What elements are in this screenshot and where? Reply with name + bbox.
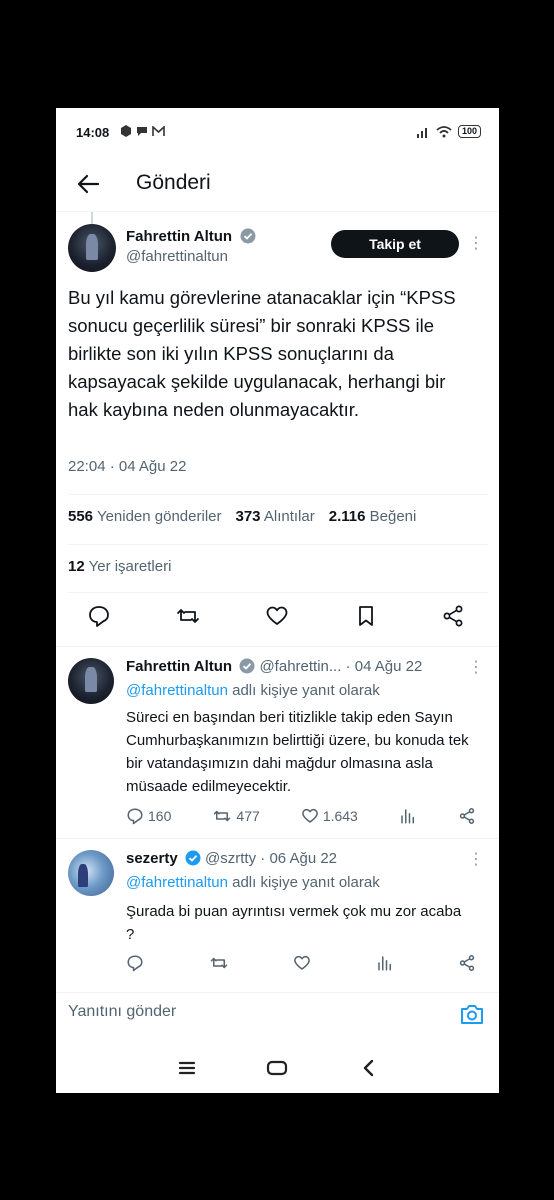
share-icon[interactable] [441, 604, 465, 628]
page-title: Gönderi [136, 171, 211, 194]
retweets-stat[interactable]: 556 Yeniden gönderiler [68, 508, 222, 525]
wifi-icon [436, 125, 452, 137]
like-count[interactable]: 1.643 [301, 807, 358, 825]
tweet-text: Bu yıl kamu görevlerine atanacaklar için… [68, 287, 456, 420]
views-icon[interactable] [376, 954, 394, 972]
follow-button[interactable]: Takip et [331, 230, 459, 258]
author-block[interactable]: Fahrettin Altun @fahrettinaltun [126, 228, 256, 265]
status-time: 14:08 [76, 125, 110, 140]
reply-author-name[interactable]: sezerty [126, 850, 178, 867]
reply-header: sezerty @szrtty · 06 Ağu 22 [126, 850, 337, 867]
system-icons: 100 [416, 125, 481, 138]
tweet-timestamp[interactable]: 22:04 · 04 Ağu 22 [68, 458, 186, 475]
retweet-count[interactable]: 477 [212, 807, 260, 825]
like-icon[interactable] [293, 954, 311, 972]
divider [68, 544, 488, 545]
views-icon[interactable] [399, 807, 417, 825]
author-avatar[interactable] [68, 224, 116, 272]
divider [68, 494, 488, 495]
reply-icon [127, 808, 143, 825]
system-navigation-bar [56, 1043, 499, 1093]
reply-author-handle[interactable]: @fahrettin... [259, 658, 341, 675]
engagement-stats: 556 Yeniden gönderiler 373 Alıntılar 2.1… [68, 508, 416, 525]
quotes-stat[interactable]: 373 Alıntılar [236, 508, 315, 525]
back-arrow-icon[interactable] [74, 170, 102, 198]
author-handle[interactable]: @fahrettinaltun [126, 248, 256, 265]
app-notification-icon [121, 125, 131, 137]
verified-badge-icon [185, 850, 201, 866]
share-icon[interactable] [458, 807, 476, 825]
divider [68, 592, 488, 593]
bookmarks-stat[interactable]: 12 Yer işaretleri [68, 558, 171, 575]
divider [56, 838, 499, 839]
reply-header: Fahrettin Altun @fahrettin... · 04 Ağu 2… [126, 658, 422, 675]
reply-icon[interactable] [126, 954, 144, 972]
reply-date: · 06 Ağu 22 [260, 850, 338, 867]
like-icon[interactable] [265, 604, 289, 628]
likes-stat[interactable]: 2.116 Beğeni [329, 508, 417, 525]
reply-action-bar: 160 477 1.643 [126, 806, 476, 826]
reply-input[interactable]: Yanıtını gönder [68, 1003, 176, 1021]
reply-author-handle[interactable]: @szrtty [205, 850, 256, 867]
reply-count[interactable]: 160 [126, 807, 171, 825]
reply-avatar[interactable] [68, 850, 114, 896]
more-options-icon[interactable]: ⋮ [468, 660, 484, 676]
reply-icon[interactable] [87, 604, 111, 628]
retweet-icon [214, 810, 231, 822]
share-icon[interactable] [458, 954, 476, 972]
top-app-bar: Gönderi [56, 158, 499, 212]
reply-action-bar [126, 953, 476, 973]
notification-icons [120, 125, 165, 137]
status-bar: 14:08 100 [56, 108, 499, 158]
more-options-icon[interactable]: ⋮ [468, 852, 484, 868]
reply-author-name[interactable]: Fahrettin Altun [126, 658, 232, 675]
back-nav-icon[interactable] [357, 1057, 381, 1079]
verified-badge-icon [240, 228, 256, 244]
reply-date: · 04 Ağu 22 [345, 658, 423, 675]
more-options-icon[interactable]: ⋮ [468, 236, 484, 252]
chat-notification-icon [137, 127, 147, 136]
thread-connector-line [91, 212, 93, 224]
retweet-icon[interactable] [209, 954, 229, 972]
tweet-action-bar [56, 602, 499, 634]
signal-icon [416, 127, 427, 138]
verified-badge-icon [239, 658, 255, 674]
bookmark-icon[interactable] [354, 604, 378, 628]
reply-composer: Yanıtını gönder [56, 992, 499, 1038]
recents-menu-icon[interactable] [175, 1057, 199, 1079]
retweet-icon[interactable] [176, 604, 200, 628]
reply-text: Şurada bi puan ayrıntısı vermek çok mu z… [126, 903, 462, 943]
camera-icon[interactable] [460, 1003, 484, 1025]
like-icon [301, 808, 318, 823]
home-button-icon[interactable] [265, 1057, 289, 1079]
reply-text: Süreci en başından beri titizlikle takip… [126, 709, 469, 795]
mention-link[interactable]: @fahrettinaltun [126, 682, 228, 699]
reply-avatar[interactable] [68, 658, 114, 704]
mention-link[interactable]: @fahrettinaltun [126, 874, 228, 891]
divider [56, 646, 499, 647]
battery-indicator: 100 [457, 125, 481, 138]
phone-screen: 14:08 100 Gönderi Fahrettin Altun @fahre… [56, 108, 499, 1093]
author-name[interactable]: Fahrettin Altun [126, 228, 232, 245]
replying-to: @fahrettinaltun adlı kişiye yanıt olarak [126, 682, 380, 699]
replying-to: @fahrettinaltun adlı kişiye yanıt olarak [126, 874, 380, 891]
mail-icon [152, 125, 165, 136]
